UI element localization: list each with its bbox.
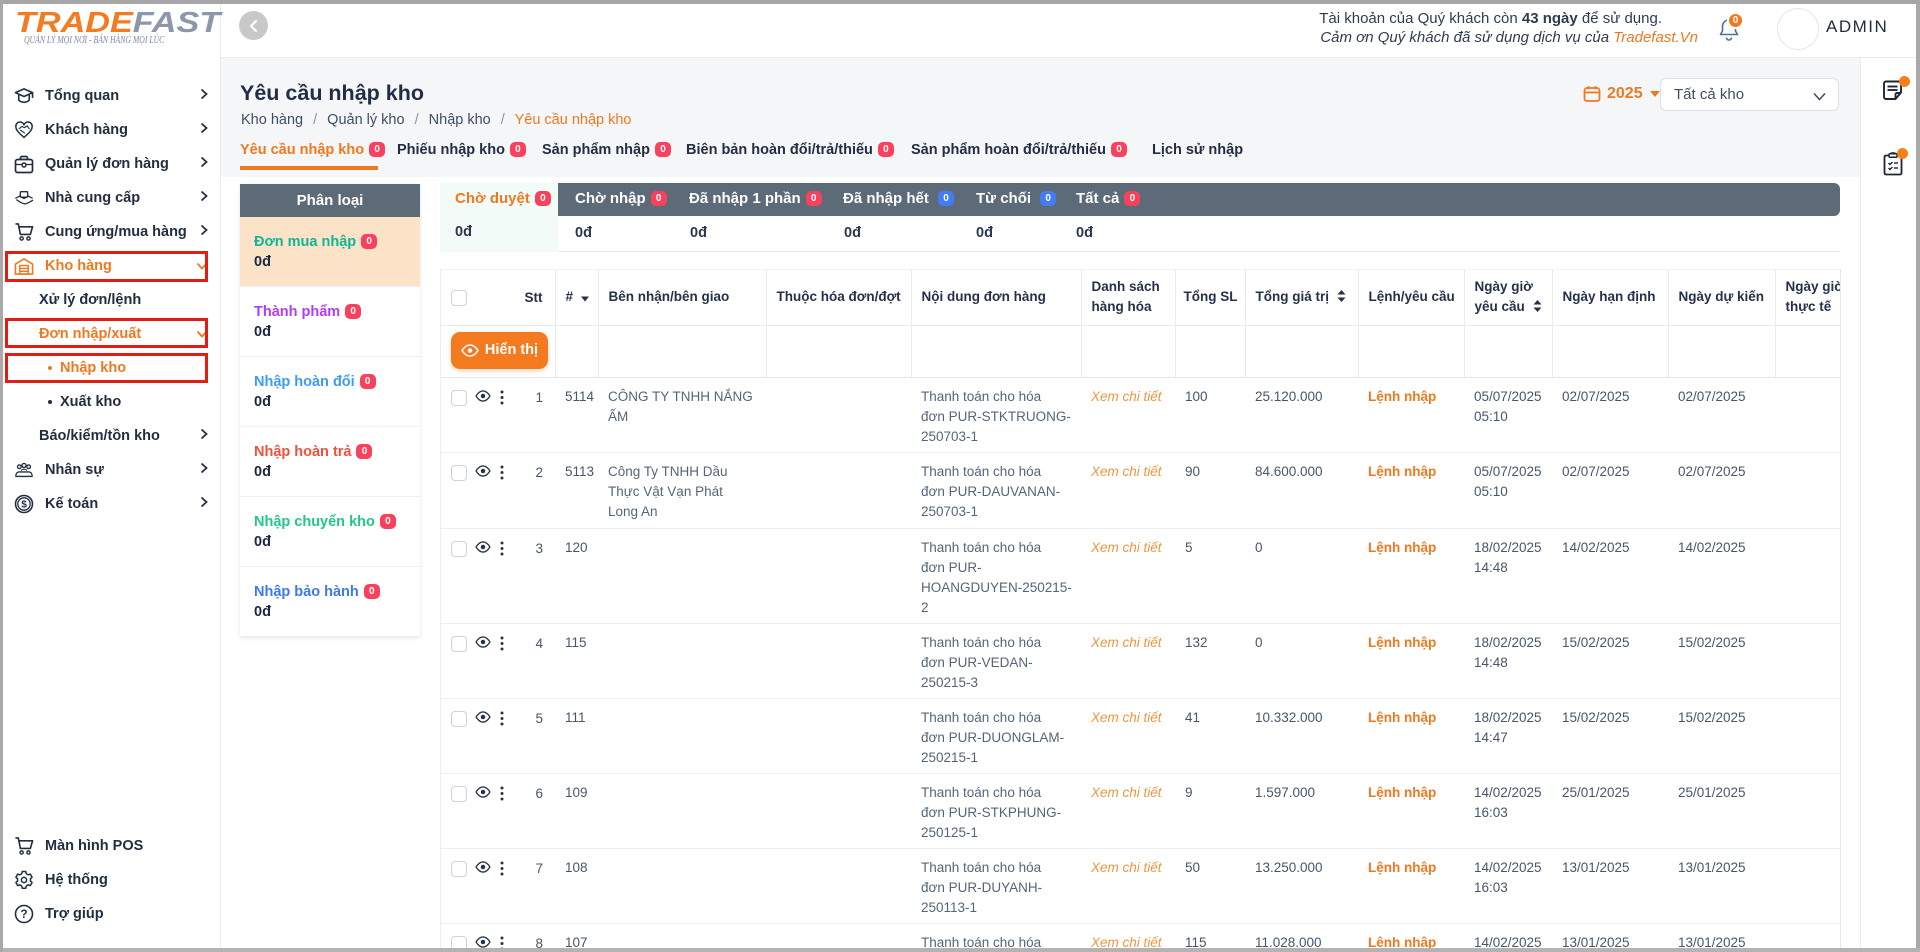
svg-text:?: ? xyxy=(20,909,27,921)
svg-text:$: $ xyxy=(21,500,27,511)
